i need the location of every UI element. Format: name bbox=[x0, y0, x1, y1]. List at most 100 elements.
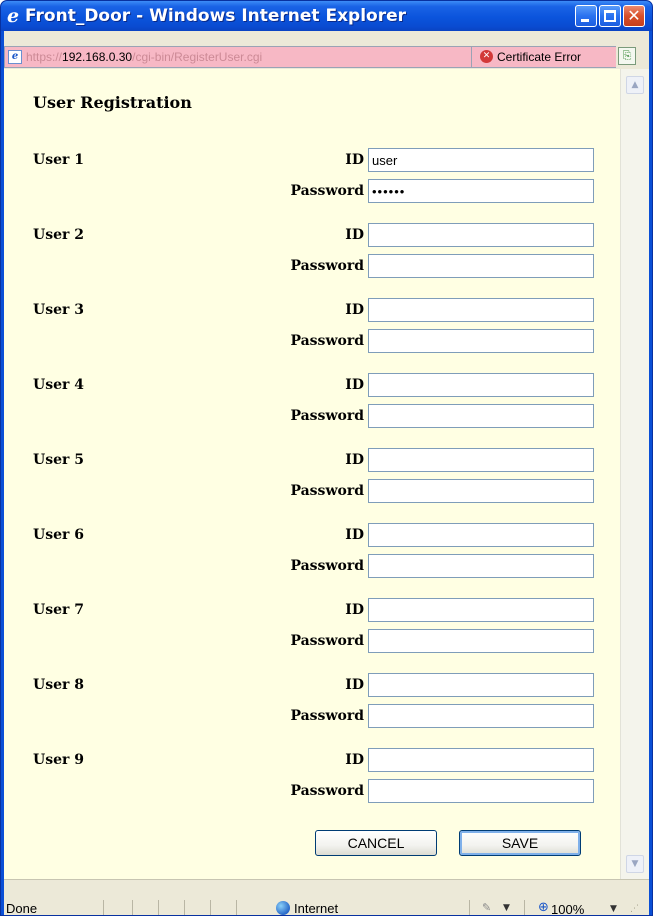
page-content: User Registration User 1 ID Password Use… bbox=[4, 69, 620, 879]
address-bar: e https://192.168.0.30/cgi-bin/RegisterU… bbox=[4, 31, 649, 69]
password-label: Password bbox=[290, 558, 364, 574]
certificate-error-icon: ✕ bbox=[480, 50, 493, 63]
close-button[interactable]: ✕ bbox=[623, 5, 645, 27]
status-text: Done bbox=[6, 901, 38, 916]
user-password-input[interactable] bbox=[368, 254, 594, 278]
user-label: User 5 bbox=[33, 452, 84, 468]
id-label: ID bbox=[345, 602, 364, 618]
user-id-input[interactable] bbox=[368, 373, 594, 397]
id-label: ID bbox=[345, 152, 364, 168]
user-label: User 7 bbox=[33, 602, 84, 618]
status-bar: Done Internet ✎ ▼ ⊕ 100% ▼ ⋰ bbox=[4, 879, 649, 916]
password-label: Password bbox=[290, 708, 364, 724]
url-path: /cgi-bin/RegisterUser.cgi bbox=[132, 50, 263, 64]
status-divider bbox=[524, 900, 525, 915]
password-label: Password bbox=[290, 258, 364, 274]
user-row: User 5 ID Password bbox=[4, 448, 620, 508]
user-label: User 2 bbox=[33, 227, 84, 243]
user-label: User 4 bbox=[33, 377, 84, 393]
id-label: ID bbox=[345, 377, 364, 393]
status-divider bbox=[158, 900, 159, 915]
user-id-input[interactable] bbox=[368, 223, 594, 247]
user-label: User 3 bbox=[33, 302, 84, 318]
status-divider bbox=[132, 900, 133, 915]
user-label: User 6 bbox=[33, 527, 84, 543]
user-row: User 3 ID Password bbox=[4, 298, 620, 358]
certificate-error-label: Certificate Error bbox=[497, 50, 582, 64]
user-password-input[interactable] bbox=[368, 479, 594, 503]
window-title: Front_Door - Windows Internet Explorer bbox=[25, 6, 407, 26]
user-id-input[interactable] bbox=[368, 298, 594, 322]
minimize-button[interactable] bbox=[575, 5, 597, 27]
maximize-button[interactable] bbox=[599, 5, 621, 27]
internet-explorer-icon: e bbox=[7, 5, 20, 27]
minimize-icon bbox=[581, 19, 589, 22]
id-label: ID bbox=[345, 527, 364, 543]
address-field[interactable]: e https://192.168.0.30/cgi-bin/RegisterU… bbox=[4, 46, 616, 68]
save-button[interactable]: SAVE bbox=[459, 830, 581, 856]
security-zone-label[interactable]: Internet bbox=[294, 902, 338, 916]
user-label: User 1 bbox=[33, 152, 84, 168]
page-icon: e bbox=[8, 50, 22, 64]
user-id-input[interactable] bbox=[368, 148, 594, 172]
status-divider bbox=[103, 900, 104, 915]
maximize-icon bbox=[604, 10, 616, 22]
user-password-input[interactable] bbox=[368, 329, 594, 353]
user-row: User 9 ID Password bbox=[4, 748, 620, 808]
certificate-error-button[interactable]: ✕ Certificate Error bbox=[471, 47, 616, 67]
user-row: User 7 ID Password bbox=[4, 598, 620, 658]
status-divider bbox=[236, 900, 237, 915]
user-password-input[interactable] bbox=[368, 704, 594, 728]
user-label: User 8 bbox=[33, 677, 84, 693]
password-label: Password bbox=[290, 183, 364, 199]
password-label: Password bbox=[290, 633, 364, 649]
password-label: Password bbox=[290, 333, 364, 349]
user-id-input[interactable] bbox=[368, 448, 594, 472]
status-divider bbox=[184, 900, 185, 915]
scroll-down-icon[interactable]: ▼ bbox=[626, 855, 644, 873]
resize-grip-icon[interactable]: ⋰ bbox=[630, 904, 639, 914]
protected-mode-icon[interactable]: ✎ bbox=[482, 902, 491, 914]
compatibility-view-icon[interactable]: ⎘ bbox=[618, 47, 636, 65]
browser-window: e Front_Door - Windows Internet Explorer… bbox=[0, 0, 653, 916]
user-id-input[interactable] bbox=[368, 598, 594, 622]
user-id-input[interactable] bbox=[368, 523, 594, 547]
user-row: User 1 ID Password bbox=[4, 148, 620, 208]
id-label: ID bbox=[345, 227, 364, 243]
id-label: ID bbox=[345, 677, 364, 693]
user-password-input[interactable] bbox=[368, 404, 594, 428]
zoom-level[interactable]: 100% bbox=[551, 903, 584, 916]
password-label: Password bbox=[290, 408, 364, 424]
user-id-input[interactable] bbox=[368, 673, 594, 697]
user-password-input[interactable] bbox=[368, 779, 594, 803]
id-label: ID bbox=[345, 452, 364, 468]
password-label: Password bbox=[290, 783, 364, 799]
close-icon: ✕ bbox=[627, 6, 641, 25]
address-url[interactable]: https://192.168.0.30/cgi-bin/RegisterUse… bbox=[26, 49, 262, 65]
url-scheme: https:// bbox=[26, 50, 63, 64]
magnifier-icon[interactable]: ⊕ bbox=[538, 901, 549, 915]
user-password-input[interactable] bbox=[368, 554, 594, 578]
vertical-scrollbar[interactable]: ▲ ▼ bbox=[620, 69, 649, 879]
user-row: User 6 ID Password bbox=[4, 523, 620, 583]
page-title: User Registration bbox=[33, 93, 192, 112]
chevron-down-icon[interactable]: ▼ bbox=[610, 903, 617, 915]
user-password-input[interactable] bbox=[368, 179, 594, 203]
id-label: ID bbox=[345, 752, 364, 768]
user-row: User 4 ID Password bbox=[4, 373, 620, 433]
id-label: ID bbox=[345, 302, 364, 318]
scroll-up-icon[interactable]: ▲ bbox=[626, 76, 644, 94]
user-password-input[interactable] bbox=[368, 629, 594, 653]
globe-icon bbox=[276, 901, 290, 915]
user-row: User 2 ID Password bbox=[4, 223, 620, 283]
user-label: User 9 bbox=[33, 752, 84, 768]
cancel-button[interactable]: CANCEL bbox=[315, 830, 437, 856]
user-row: User 8 ID Password bbox=[4, 673, 620, 733]
url-host: 192.168.0.30 bbox=[62, 50, 133, 64]
chevron-down-icon[interactable]: ▼ bbox=[503, 902, 510, 914]
password-label: Password bbox=[290, 483, 364, 499]
status-divider bbox=[469, 900, 470, 915]
user-id-input[interactable] bbox=[368, 748, 594, 772]
title-bar[interactable]: e Front_Door - Windows Internet Explorer… bbox=[1, 1, 652, 31]
status-divider bbox=[210, 900, 211, 915]
